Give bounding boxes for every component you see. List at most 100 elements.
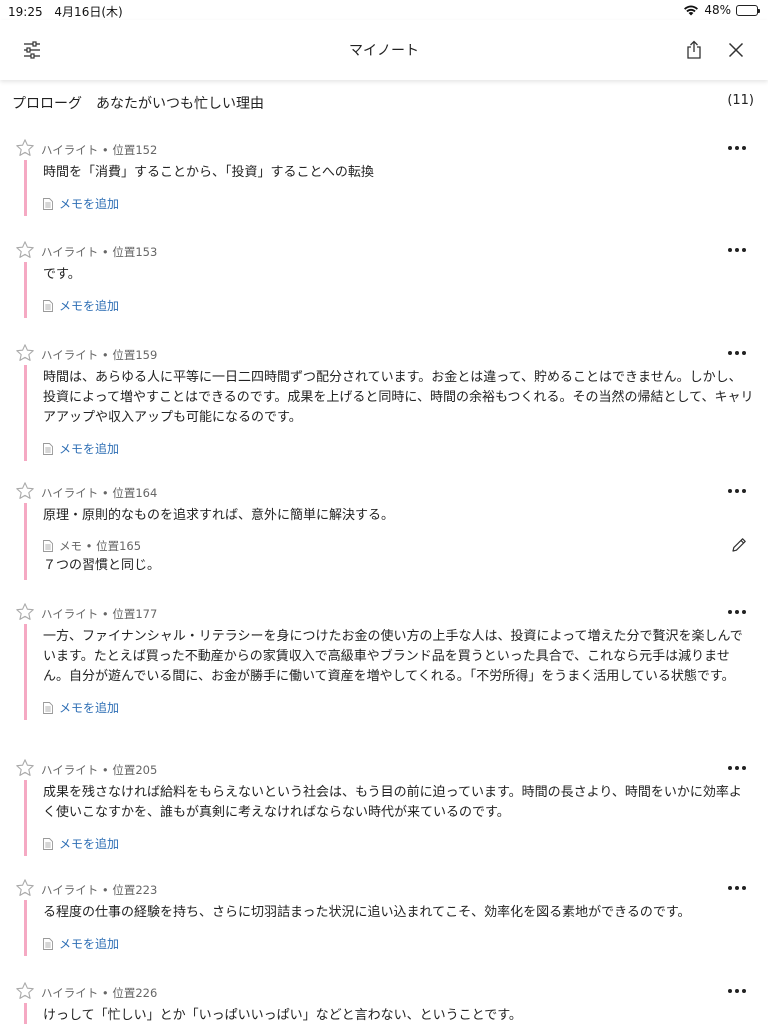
highlight-text[interactable]: です。 (43, 262, 754, 285)
note-header: ハイライト • 位置223 (0, 878, 768, 900)
edit-memo-pencil-icon[interactable] (730, 536, 748, 554)
memo-block[interactable]: メモ • 位置165 ７つの習慣と同じ。 (43, 538, 754, 580)
document-icon (43, 701, 53, 714)
note-meta: ハイライト • 位置152 (41, 143, 158, 157)
battery-percent: 48% (704, 3, 731, 17)
document-icon (43, 540, 53, 552)
add-memo-button[interactable]: メモを追加 (43, 195, 754, 216)
chapter-title: プロローグ あなたがいつも忙しい理由 (12, 96, 264, 112)
note-header: ハイライト • 位置164 (0, 481, 768, 503)
note-header: ハイライト • 位置226 (0, 981, 768, 1003)
battery-icon (736, 4, 760, 16)
more-options-button[interactable] (724, 343, 750, 363)
close-button[interactable] (722, 36, 750, 64)
more-dot (728, 989, 732, 993)
close-icon (728, 42, 744, 58)
note-meta: ハイライト • 位置153 (41, 245, 158, 259)
more-dot (742, 766, 746, 770)
highlight-body: 時間を「消費」することから、「投資」することへの転換メモを追加 (24, 160, 768, 216)
star-icon[interactable] (15, 240, 35, 260)
add-memo-button[interactable]: メモを追加 (43, 699, 754, 720)
highlight-body: 原理・原則的なものを追求すれば、意外に簡単に解決する。メモ • 位置165 ７つの… (24, 503, 768, 580)
star-icon[interactable] (15, 138, 35, 158)
note-header: ハイライト • 位置205 (0, 758, 768, 780)
note-header: ハイライト • 位置177 (0, 602, 768, 624)
status-indicators: 48% (683, 3, 760, 17)
more-dot (742, 886, 746, 890)
page-title: マイノート (349, 43, 419, 59)
add-memo-button[interactable]: メモを追加 (43, 835, 754, 856)
add-memo-label: メモを追加 (59, 937, 120, 951)
add-memo-label: メモを追加 (59, 299, 120, 313)
note-item: ハイライト • 位置159 時間は、あらゆる人に平等に一日二四時間ずつ配分されてい… (0, 343, 768, 461)
more-dot (742, 610, 746, 614)
more-dot (728, 886, 732, 890)
share-button[interactable] (680, 36, 708, 64)
note-meta: ハイライト • 位置177 (41, 607, 158, 621)
highlight-text[interactable]: けっして「忙しい」とか「いっぱいいっぱい」などと言わない、ということです。 (43, 1003, 754, 1024)
note-meta: ハイライト • 位置164 (41, 486, 158, 500)
add-memo-label: メモを追加 (59, 837, 120, 851)
add-memo-button[interactable]: メモを追加 (43, 440, 754, 461)
battery-cap (758, 8, 760, 13)
chapter-header: プロローグ あなたがいつも忙しい理由 (11) (0, 80, 768, 126)
more-dot (735, 886, 739, 890)
more-dot (735, 146, 739, 150)
note-item: ハイライト • 位置152 時間を「消費」することから、「投資」することへの転換メ… (0, 138, 768, 216)
chapter-note-count: (11) (727, 93, 754, 108)
document-icon (43, 937, 53, 950)
highlight-text[interactable]: 時間は、あらゆる人に平等に一日二四時間ずつ配分されています。お金とは違って、貯め… (43, 365, 754, 428)
note-meta: ハイライト • 位置205 (41, 763, 158, 777)
more-options-button[interactable] (724, 602, 750, 622)
highlight-text[interactable]: 原理・原則的なものを追求すれば、意外に簡単に解決する。 (43, 503, 754, 526)
document-icon (43, 299, 53, 312)
document-icon (43, 442, 53, 455)
more-dot (735, 610, 739, 614)
document-icon (43, 837, 53, 850)
add-memo-label: メモを追加 (59, 442, 120, 456)
more-options-button[interactable] (724, 138, 750, 158)
highlight-text[interactable]: 成果を残さなければ給料をもらえないという社会は、もう目の前に迫っています。時間の… (43, 780, 754, 823)
note-header: ハイライト • 位置152 (0, 138, 768, 160)
memo-text: ７つの習慣と同じ。 (43, 558, 161, 573)
more-dot (728, 766, 732, 770)
more-options-button[interactable] (724, 878, 750, 898)
note-item: ハイライト • 位置177 一方、ファイナンシャル・リテラシーを身につけたお金の使… (0, 602, 768, 720)
more-dot (728, 610, 732, 614)
more-dot (728, 351, 732, 355)
document-icon (43, 197, 53, 210)
highlight-body: けっして「忙しい」とか「いっぱいいっぱい」などと言わない、ということです。メモを… (24, 1003, 768, 1024)
star-icon[interactable] (15, 343, 35, 363)
more-options-button[interactable] (724, 758, 750, 778)
notes-list: プロローグ あなたがいつも忙しい理由 (11) ハイライト • 位置152 時間を… (0, 80, 768, 1024)
add-memo-button[interactable]: メモを追加 (43, 297, 754, 318)
more-options-button[interactable] (724, 481, 750, 501)
more-dot (742, 248, 746, 252)
note-meta: ハイライト • 位置226 (41, 986, 158, 1000)
note-meta: ハイライト • 位置159 (41, 348, 158, 362)
star-icon[interactable] (15, 481, 35, 501)
star-icon[interactable] (15, 878, 35, 898)
highlight-text[interactable]: る程度の仕事の経験を持ち、さらに切羽詰まった状況に追い込まれてこそ、効率化を図る… (43, 900, 754, 923)
more-options-button[interactable] (724, 240, 750, 260)
more-dot (735, 989, 739, 993)
note-header: ハイライト • 位置159 (0, 343, 768, 365)
star-icon[interactable] (15, 981, 35, 1001)
status-time-text: 19:25 (8, 5, 43, 19)
add-memo-label: メモを追加 (59, 197, 120, 211)
memo-meta: メモ • 位置165 (59, 539, 142, 553)
share-icon (687, 40, 701, 59)
highlight-body: る程度の仕事の経験を持ち、さらに切羽詰まった状況に追い込まれてこそ、効率化を図る… (24, 900, 768, 956)
more-dot (735, 766, 739, 770)
star-icon[interactable] (15, 602, 35, 622)
more-dot (728, 248, 732, 252)
highlight-text[interactable]: 一方、ファイナンシャル・リテラシーを身につけたお金の使い方の上手な人は、投資によ… (43, 624, 754, 687)
highlight-body: 時間は、あらゆる人に平等に一日二四時間ずつ配分されています。お金とは違って、貯め… (24, 365, 768, 461)
star-icon[interactable] (15, 758, 35, 778)
highlight-text[interactable]: 時間を「消費」することから、「投資」することへの転換 (43, 160, 754, 183)
add-memo-button[interactable]: メモを追加 (43, 935, 754, 956)
nav-bar: マイノート (0, 20, 768, 80)
memo-meta-row: メモ • 位置165 (43, 538, 754, 554)
add-memo-label: メモを追加 (59, 701, 120, 715)
more-options-button[interactable] (724, 981, 750, 1001)
